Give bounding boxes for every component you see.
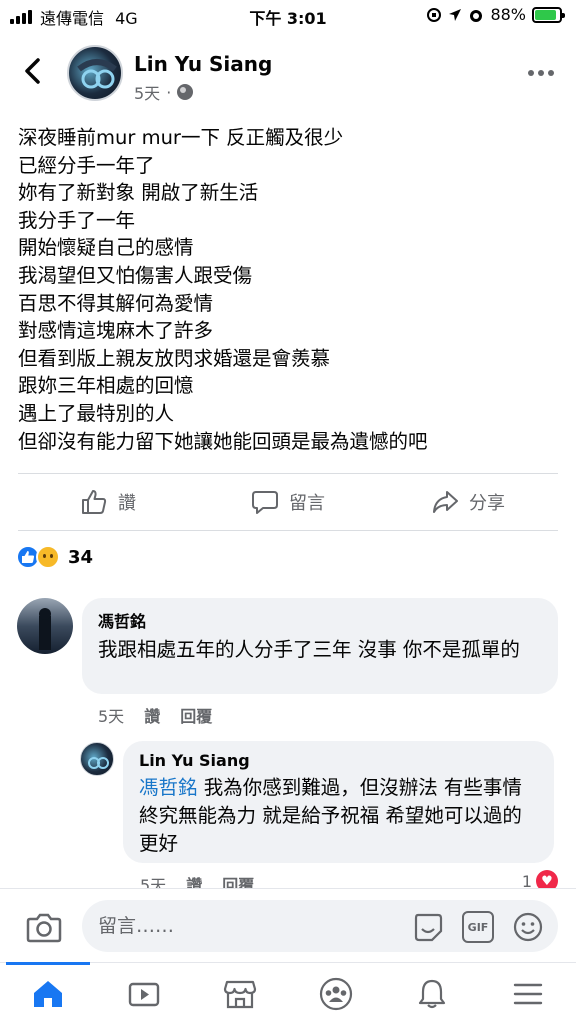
sad-reaction-icon — [36, 545, 60, 569]
avatar-image — [77, 59, 117, 89]
reaction-count: 34 — [68, 546, 94, 568]
share-icon — [433, 491, 458, 513]
home-icon — [34, 980, 62, 1007]
tab-groups[interactable] — [288, 963, 384, 1024]
tab-notifications[interactable] — [384, 963, 480, 1024]
comment-like-button[interactable]: 讚 — [144, 703, 160, 727]
commenter-avatar[interactable] — [17, 598, 73, 654]
tab-menu[interactable] — [480, 963, 576, 1024]
emoji-icon[interactable] — [512, 911, 544, 943]
battery-percent: 88% — [490, 5, 526, 24]
post-text-line: 百思不得其解何為愛情 — [18, 291, 214, 315]
post-actions: 讚 留言 分享 — [18, 482, 558, 522]
like-button[interactable]: 讚 — [18, 482, 198, 522]
battery-icon — [532, 6, 565, 23]
bell-icon — [418, 979, 446, 1008]
post-text-line: 但卻沒有能力留下她讓她能回頭是最為遺憾的吧 — [18, 429, 428, 453]
tab-marketplace[interactable] — [192, 963, 288, 1024]
tab-home[interactable] — [0, 962, 96, 1024]
share-button[interactable]: 分享 — [378, 482, 558, 522]
comment-composer: GIF — [0, 888, 576, 962]
comment-icon — [252, 491, 278, 514]
post-text-line: 對感情這塊麻木了許多 — [18, 319, 214, 343]
author-avatar[interactable] — [67, 45, 123, 101]
post-time[interactable]: 5天 — [134, 80, 160, 104]
divider — [18, 530, 558, 531]
reply-bubble[interactable]: Lin Yu Siang 馮哲銘 我為你感到難過，但沒辦法 有些事情終究無能為力… — [123, 741, 554, 863]
comment-author[interactable]: 馮哲銘 — [98, 608, 542, 632]
comment-text: 我跟相處五年的人分手了三年 沒事 你不是孤單的 — [98, 638, 520, 661]
like-label: 讚 — [118, 493, 136, 514]
status-right: 88% — [426, 5, 565, 24]
globe-icon — [177, 84, 194, 100]
thumbs-up-icon — [82, 490, 107, 514]
groups-icon — [319, 977, 353, 1010]
mention-link[interactable]: 馮哲銘 — [139, 776, 198, 799]
bottom-nav — [0, 962, 576, 1024]
location-icon — [449, 8, 462, 21]
avatar-image — [39, 608, 51, 650]
post-text-line: 跟妳三年相處的回憶 — [18, 374, 194, 398]
post-text-line: 但看到版上親友放閃求婚還是會羨慕 — [18, 346, 331, 370]
post-text-line: 深夜睡前mur mur一下 反正觸及很少 — [18, 126, 344, 149]
post-text-line: 我分手了一年 — [18, 208, 136, 232]
marketplace-icon — [223, 980, 257, 1008]
alarm-icon — [470, 9, 483, 22]
gif-button[interactable]: GIF — [462, 911, 494, 943]
camera-icon[interactable] — [26, 911, 62, 943]
tab-watch[interactable] — [96, 963, 192, 1024]
comment-meta: 5天 讚 回覆 — [98, 703, 212, 727]
gif-icon: GIF — [462, 911, 494, 943]
avatar-image — [88, 757, 109, 769]
meta-separator: · — [166, 82, 172, 102]
divider — [18, 473, 558, 474]
post-text-line: 遇上了最特別的人 — [18, 401, 175, 425]
reply-avatar[interactable] — [80, 742, 114, 776]
post-text-line: 開始懷疑自己的感情 — [18, 236, 194, 260]
battery-fill — [535, 9, 557, 20]
composer-icons: GIF — [412, 911, 544, 943]
video-icon — [128, 982, 160, 1006]
comment-button[interactable]: 留言 — [198, 482, 378, 522]
post-body: 深夜睡前mur mur一下 反正觸及很少 已經分手一年了妳有了新對象 開啟了新生活… — [18, 124, 558, 455]
more-options-icon[interactable] — [528, 70, 554, 76]
reply-text: 馮哲銘 我為你感到難過，但沒辦法 有些事情終究無能為力 就是給予祝福 希望她可以… — [139, 774, 538, 858]
author-name[interactable]: Lin Yu Siang — [134, 52, 272, 76]
comment-reply-button[interactable]: 回覆 — [180, 703, 212, 727]
comment-bubble[interactable]: 馮哲銘 我跟相處五年的人分手了三年 沒事 你不是孤單的 — [82, 598, 558, 694]
share-label: 分享 — [469, 493, 505, 514]
comment-label: 留言 — [289, 493, 325, 514]
comment-time: 5天 — [98, 707, 125, 726]
orientation-lock-icon — [427, 7, 442, 22]
reply-author[interactable]: Lin Yu Siang — [139, 751, 538, 770]
status-bar: 遠傳電信 4G 下午 3:01 88% — [0, 0, 576, 32]
reaction-summary[interactable]: 34 — [16, 545, 93, 569]
post-text-line: 我渴望但又怕傷害人跟受傷 — [18, 263, 253, 287]
menu-icon — [513, 983, 543, 1004]
back-arrow-icon[interactable] — [18, 56, 48, 86]
post-meta: 5天 · — [134, 80, 194, 104]
sticker-icon[interactable] — [412, 911, 444, 943]
post-text-line: 已經分手一年了 — [18, 153, 155, 177]
post-text-line: 妳有了新對象 開啟了新生活 — [18, 181, 259, 205]
